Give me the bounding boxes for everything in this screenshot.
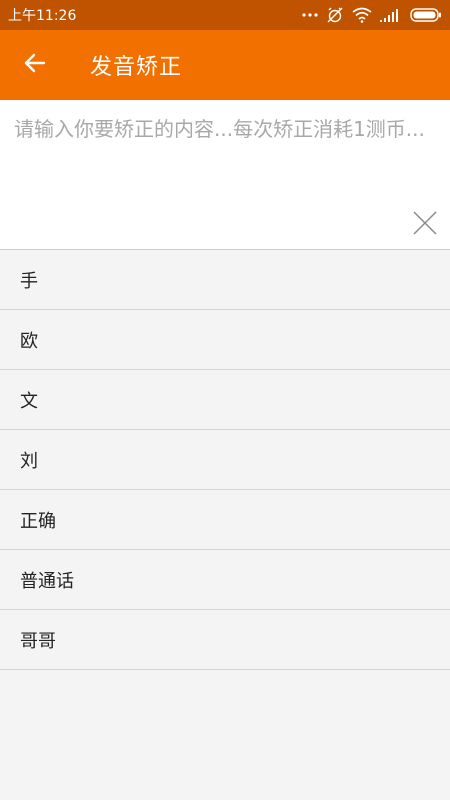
close-icon xyxy=(413,211,437,239)
correction-text-input[interactable] xyxy=(0,100,450,210)
list-item[interactable]: 文 xyxy=(0,370,450,430)
list-item-text: 正确 xyxy=(20,510,56,532)
list-item-text: 手 xyxy=(20,270,38,292)
status-time: 上午11:26 xyxy=(8,8,77,24)
status-bar: 上午11:26 xyxy=(0,0,450,30)
signal-icon xyxy=(380,8,402,22)
list-item[interactable]: 刘 xyxy=(0,430,450,490)
list-item-text: 刘 xyxy=(20,450,38,472)
list-item-text: 普通话 xyxy=(20,570,74,592)
wifi-icon xyxy=(352,7,372,23)
list-item[interactable]: 普通话 xyxy=(0,550,450,610)
app-bar: 发音矫正 xyxy=(0,30,450,100)
input-container xyxy=(0,100,450,250)
clear-button[interactable] xyxy=(412,211,438,239)
history-list: 手 欧 文 刘 正确 普通话 哥哥 xyxy=(0,250,450,670)
list-item[interactable]: 手 xyxy=(0,250,450,310)
alarm-off-icon xyxy=(326,6,344,24)
list-item-text: 哥哥 xyxy=(20,630,56,652)
more-dots-icon xyxy=(302,12,318,18)
status-icons xyxy=(302,6,442,24)
battery-icon xyxy=(410,8,442,22)
list-item[interactable]: 正确 xyxy=(0,490,450,550)
list-item-text: 文 xyxy=(20,390,38,412)
back-button[interactable] xyxy=(0,30,70,100)
list-item[interactable]: 欧 xyxy=(0,310,450,370)
page-title: 发音矫正 xyxy=(90,55,183,80)
arrow-left-icon xyxy=(23,51,47,79)
list-item-text: 欧 xyxy=(20,330,38,352)
list-item[interactable]: 哥哥 xyxy=(0,610,450,670)
